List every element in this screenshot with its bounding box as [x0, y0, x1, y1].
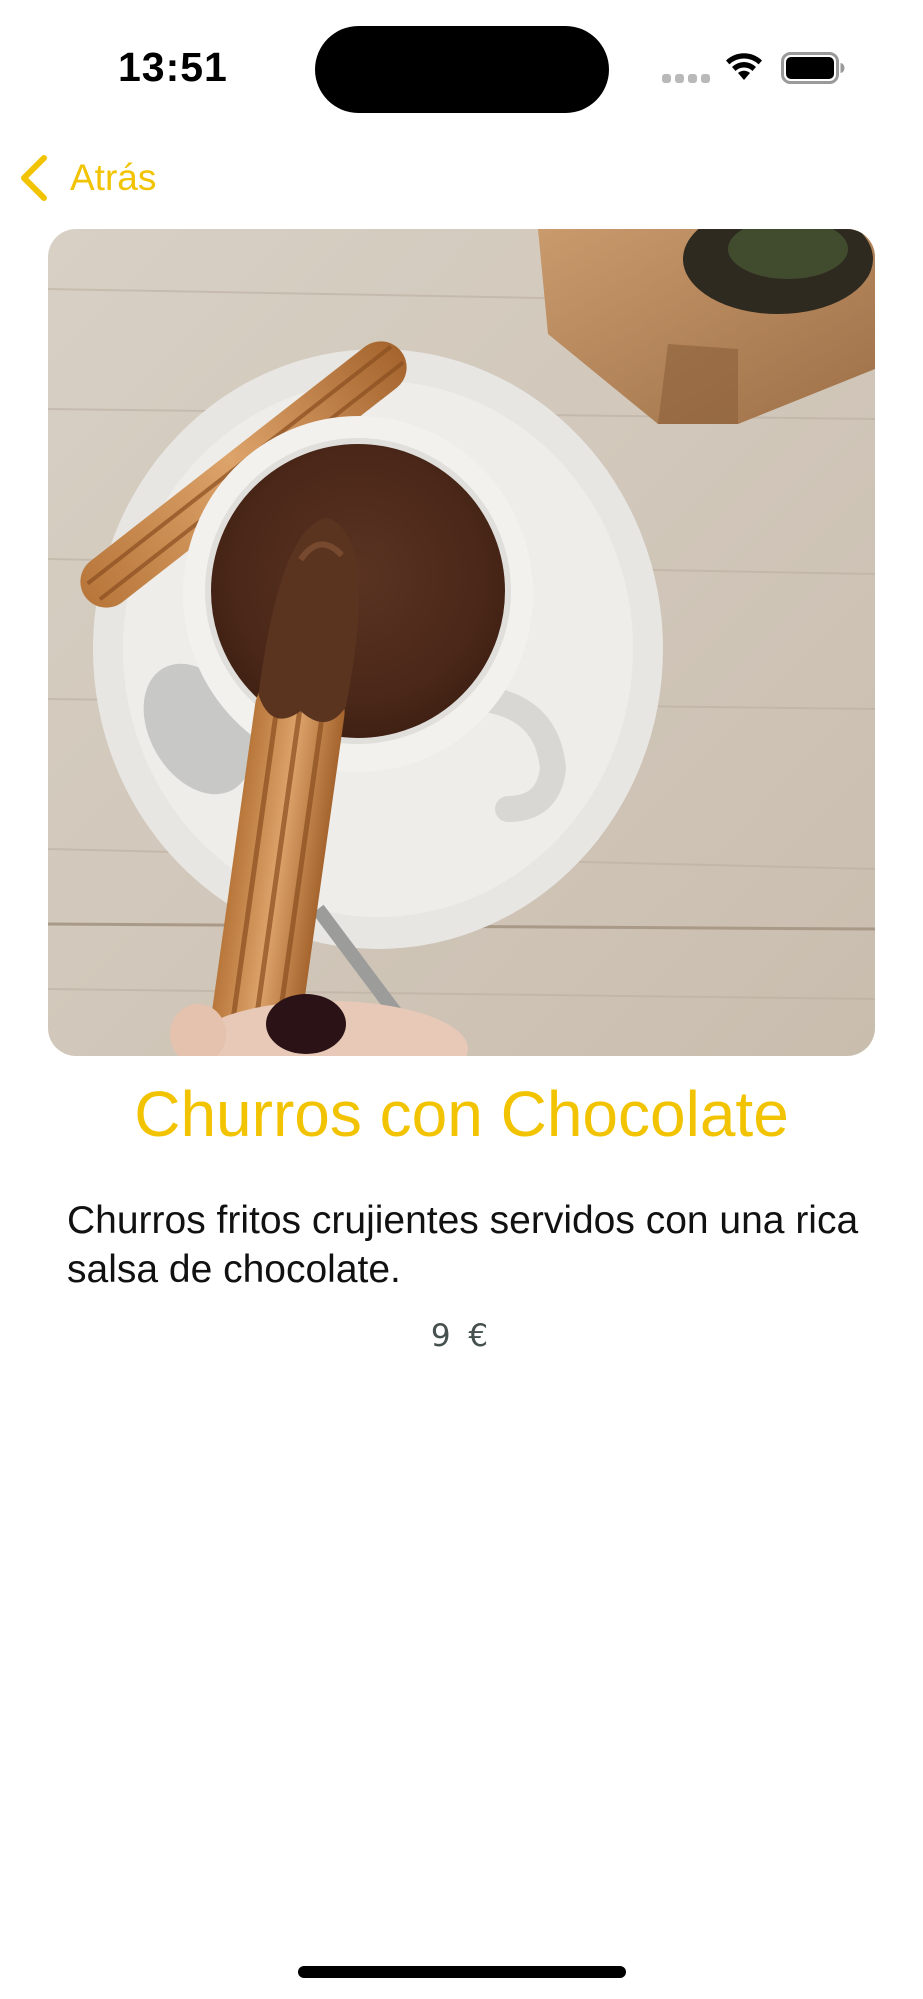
home-indicator[interactable]: [298, 1966, 626, 1978]
dynamic-island: [315, 26, 609, 113]
product-price: 9 €: [430, 1318, 493, 1354]
cellular-signal-icon: [662, 74, 710, 84]
wifi-icon: [726, 53, 762, 80]
product-title: Churros con Chocolate: [134, 1078, 789, 1150]
status-bar: 13:51: [0, 0, 923, 140]
battery-icon: [781, 52, 845, 84]
back-label: Atrás: [70, 157, 157, 198]
chevron-left-icon: [21, 155, 47, 201]
back-button[interactable]: Atrás: [18, 150, 156, 206]
status-time: 13:51: [118, 44, 228, 90]
product-description: Churros fritos crujientes servidos con u…: [67, 1199, 859, 1291]
product-image: [48, 229, 875, 1056]
